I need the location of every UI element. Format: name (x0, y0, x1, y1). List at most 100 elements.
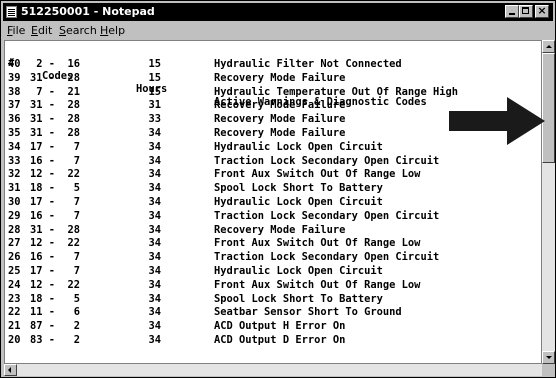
resize-grip[interactable] (542, 364, 555, 376)
row-num: 38 (8, 85, 21, 98)
row-num: 39 (8, 71, 21, 84)
row-num: 22 (8, 306, 21, 319)
row-hours: 34 (136, 223, 162, 236)
notepad-icon[interactable] (6, 6, 17, 18)
row-codes: 16 - 7 (30, 209, 81, 222)
row-codes: 87 - 2 (30, 320, 81, 333)
row-hours: 31 (136, 99, 162, 112)
row-hours: 34 (136, 292, 162, 305)
row-description: Hydraulic Lock Open Circuit (214, 265, 383, 277)
row-hours: 15 (136, 58, 162, 70)
row-hours: 34 (136, 196, 162, 208)
row-num: 21 (8, 320, 21, 333)
row-hours: 34 (136, 334, 162, 346)
row-description: Front Aux Switch Out Of Range Low (214, 237, 421, 250)
menu-search[interactable]: Search (59, 24, 97, 37)
scroll-down-button[interactable] (542, 351, 555, 364)
row-hours: 15 (136, 85, 162, 98)
row-description: Hydraulic Temperature Out Of Range High (214, 85, 458, 98)
row-hours: 34 (136, 182, 162, 195)
row-codes: 31 - 28 (30, 113, 81, 126)
row-description: Hydraulic Filter Not Connected (214, 58, 402, 70)
row-num: 27 (8, 237, 21, 250)
row-codes: 83 - 2 (30, 334, 81, 346)
row-num: 29 (8, 209, 21, 222)
row-codes: 31 - 28 (30, 71, 81, 84)
row-hours: 34 (136, 265, 162, 277)
scroll-left-button[interactable] (4, 364, 17, 376)
row-num: 34 (8, 140, 21, 153)
row-hours: 34 (136, 209, 162, 222)
row-codes: 16 - 7 (30, 251, 81, 264)
menu-file[interactable]: File (7, 24, 25, 37)
row-description: Recovery Mode Failure (214, 113, 346, 126)
row-description: Recovery Mode Failure (214, 127, 346, 139)
window-title: 512250001 - Notepad (21, 5, 155, 18)
minimize-button[interactable] (505, 5, 519, 18)
menu-label-rest: dit (37, 24, 53, 37)
menu-accelerator: S (59, 24, 66, 37)
row-num: 28 (8, 223, 21, 236)
row-codes: 18 - 5 (30, 182, 81, 195)
close-icon: × (537, 4, 547, 17)
row-description: Front Aux Switch Out Of Range Low (214, 278, 421, 291)
horizontal-scrollbar[interactable] (4, 364, 542, 376)
row-codes: 31 - 28 (30, 99, 81, 112)
pointer-arrow-icon (449, 97, 545, 145)
row-description: Spool Lock Short To Battery (214, 292, 383, 305)
text-editor-area[interactable]: # Codes Hours Active Warnings & Diagnost… (4, 40, 542, 364)
row-description: Traction Lock Secondary Open Circuit (214, 209, 440, 222)
title-bar[interactable]: 512250001 - Notepad × (3, 3, 553, 21)
row-codes: 12 - 22 (30, 278, 81, 291)
menu-label-rest: ile (12, 24, 26, 37)
row-num: 37 (8, 99, 21, 112)
row-num: 30 (8, 196, 21, 208)
row-hours: 34 (136, 306, 162, 319)
menu-bar: File Edit Search Help (3, 22, 553, 39)
row-codes: 31 - 28 (30, 127, 81, 139)
row-description: Hydraulic Lock Open Circuit (214, 196, 383, 208)
row-codes: 12 - 22 (30, 168, 81, 181)
row-codes: 17 - 7 (30, 265, 81, 277)
row-codes: 12 - 22 (30, 237, 81, 250)
row-num: 25 (8, 265, 21, 277)
close-button[interactable]: × (535, 4, 549, 18)
row-codes: 2 - 16 (30, 58, 81, 70)
row-hours: 33 (136, 113, 162, 126)
row-codes: 18 - 5 (30, 292, 81, 305)
row-num: 23 (8, 292, 21, 305)
vertical-scrollbar[interactable] (542, 40, 555, 364)
menu-label-rest: earch (65, 24, 97, 37)
row-codes: 31 - 28 (30, 223, 81, 236)
row-hours: 15 (136, 71, 162, 84)
row-description: Recovery Mode Failure (214, 99, 346, 112)
scroll-up-button[interactable] (542, 40, 555, 53)
row-description: ACD Output H Error On (214, 320, 346, 333)
row-hours: 34 (136, 320, 162, 333)
menu-help[interactable]: Help (100, 24, 125, 37)
row-description: Traction Lock Secondary Open Circuit (214, 251, 440, 264)
row-hours: 34 (136, 251, 162, 264)
row-hours: 34 (136, 168, 162, 181)
header-row: # Codes Hours Active Warnings & Diagnost… (8, 44, 427, 108)
row-num: 20 (8, 334, 21, 346)
row-num: 33 (8, 154, 21, 167)
menu-accelerator: E (31, 24, 38, 37)
row-num: 40 (8, 58, 21, 70)
row-num: 36 (8, 113, 21, 126)
row-hours: 34 (136, 154, 162, 167)
notepad-window: 512250001 - Notepad × File Edit Search H… (0, 0, 556, 378)
row-hours: 34 (136, 278, 162, 291)
menu-edit[interactable]: Edit (31, 24, 52, 37)
row-description: Recovery Mode Failure (214, 223, 346, 236)
menu-label-rest: elp (108, 24, 126, 37)
row-description: Traction Lock Secondary Open Circuit (214, 154, 440, 167)
row-hours: 34 (136, 127, 162, 139)
row-num: 24 (8, 278, 21, 291)
row-codes: 11 - 6 (30, 306, 81, 319)
maximize-button[interactable] (519, 5, 533, 18)
row-num: 26 (8, 251, 21, 264)
row-description: Seatbar Sensor Short To Ground (214, 306, 402, 319)
row-description: Spool Lock Short To Battery (214, 182, 383, 195)
row-hours: 34 (136, 237, 162, 250)
